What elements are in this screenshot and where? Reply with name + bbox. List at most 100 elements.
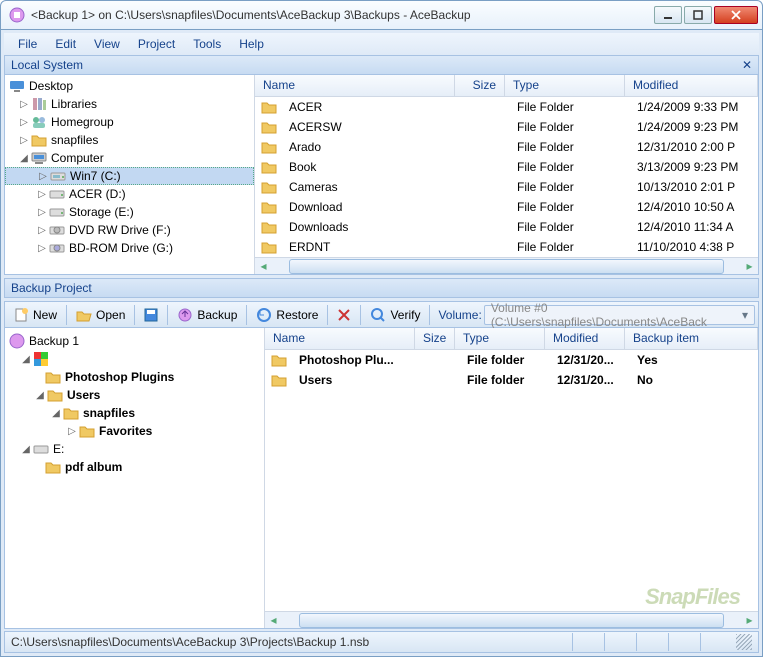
file-row[interactable]: CamerasFile Folder10/13/2010 2:01 P	[255, 177, 758, 197]
scrollbar-thumb[interactable]	[289, 259, 724, 274]
expand-icon[interactable]: ▷	[17, 135, 31, 146]
collapse-icon[interactable]: ◢	[19, 354, 33, 365]
tree-snapfiles[interactable]: ▷ snapfiles	[5, 131, 254, 149]
status-cell	[604, 633, 636, 651]
expand-icon[interactable]: ▷	[35, 225, 49, 236]
collapse-icon[interactable]: ◢	[17, 153, 31, 164]
scroll-left-icon[interactable]: ◂	[255, 258, 272, 275]
file-row[interactable]: ACERSWFile Folder1/24/2009 9:23 PM	[255, 117, 758, 137]
optical-drive-icon	[49, 222, 65, 238]
col-backup-item[interactable]: Backup item	[625, 328, 758, 349]
tree-backup-root[interactable]: Backup 1	[5, 332, 264, 350]
dropdown-icon[interactable]: ▾	[738, 307, 752, 323]
expand-icon[interactable]: ▷	[36, 171, 50, 182]
col-type[interactable]: Type	[505, 75, 625, 96]
open-button[interactable]: Open	[71, 305, 130, 325]
maximize-button[interactable]	[684, 6, 712, 24]
menu-help[interactable]: Help	[231, 35, 272, 53]
expand-icon[interactable]: ▷	[35, 243, 49, 254]
menubar: File Edit View Project Tools Help	[4, 33, 759, 55]
menu-view[interactable]: View	[86, 35, 128, 53]
folder-icon	[31, 132, 47, 148]
col-size[interactable]: Size	[415, 328, 455, 349]
tree-libraries[interactable]: ▷ Libraries	[5, 95, 254, 113]
menu-edit[interactable]: Edit	[47, 35, 84, 53]
delete-button[interactable]	[332, 304, 356, 326]
tree-acer[interactable]: ▷ ACER (D:)	[5, 185, 254, 203]
menu-file[interactable]: File	[10, 35, 45, 53]
menu-tools[interactable]: Tools	[185, 35, 229, 53]
tree-desktop[interactable]: Desktop	[5, 77, 254, 95]
local-system-tree[interactable]: Desktop ▷ Libraries ▷ Homegroup ▷ snapfi…	[5, 75, 255, 274]
tree-computer[interactable]: ◢ Computer	[5, 149, 254, 167]
new-button[interactable]: New	[8, 305, 62, 325]
collapse-icon[interactable]: ◢	[33, 390, 47, 401]
tree-win7[interactable]: ▷ Win7 (C:)	[5, 167, 254, 185]
collapse-icon[interactable]: ◢	[49, 408, 63, 419]
expand-icon[interactable]: ▷	[35, 207, 49, 218]
file-row[interactable]: AradoFile Folder12/31/2010 2:00 P	[255, 137, 758, 157]
backup-button[interactable]: Backup	[172, 305, 242, 325]
col-modified[interactable]: Modified	[545, 328, 625, 349]
volume-combo[interactable]: Volume #0 (C:\Users\snapfiles\Documents\…	[484, 305, 755, 325]
restore-button[interactable]: Restore	[251, 305, 323, 325]
file-row[interactable]: ACERFile Folder1/24/2009 9:33 PM	[255, 97, 758, 117]
tree-favorites[interactable]: ▷ Favorites	[5, 422, 264, 440]
file-row[interactable]: Photoshop Plu...File folder12/31/20...Ye…	[265, 350, 758, 370]
scroll-left-icon[interactable]: ◂	[265, 612, 282, 629]
verify-button[interactable]: Verify	[365, 305, 425, 325]
file-row[interactable]: DownloadFile Folder12/4/2010 10:50 A	[255, 197, 758, 217]
save-button[interactable]	[139, 304, 163, 326]
tree-users[interactable]: ◢ Users	[5, 386, 264, 404]
file-row[interactable]: ERDNTFile Folder11/10/2010 4:38 P	[255, 237, 758, 257]
backup-project-label: Backup Project	[11, 281, 92, 295]
folder-icon	[47, 387, 63, 403]
tree-cdrive[interactable]: ◢	[5, 350, 264, 368]
file-list-header: Name Size Type Modified	[255, 75, 758, 97]
tree-photoshop[interactable]: Photoshop Plugins	[5, 368, 264, 386]
scrollbar-thumb[interactable]	[299, 613, 724, 628]
tree-homegroup[interactable]: ▷ Homegroup	[5, 113, 254, 131]
folder-icon	[45, 369, 61, 385]
status-cell	[636, 633, 668, 651]
file-name: ACER	[281, 100, 459, 114]
file-row[interactable]: BookFile Folder3/13/2009 9:23 PM	[255, 157, 758, 177]
scrollbar-horizontal[interactable]: ◂ ▸	[265, 611, 758, 628]
folder-icon	[261, 139, 277, 155]
scroll-right-icon[interactable]: ▸	[741, 612, 758, 629]
file-name: Users	[291, 373, 419, 387]
menu-project[interactable]: Project	[130, 35, 183, 53]
col-modified[interactable]: Modified	[625, 75, 758, 96]
col-name[interactable]: Name	[265, 328, 415, 349]
expand-icon[interactable]: ▷	[35, 189, 49, 200]
tree-bdrom[interactable]: ▷ BD-ROM Drive (G:)	[5, 239, 254, 257]
minimize-button[interactable]	[654, 6, 682, 24]
expand-icon[interactable]: ▷	[17, 99, 31, 110]
collapse-icon[interactable]: ◢	[19, 444, 33, 455]
expand-icon[interactable]: ▷	[17, 117, 31, 128]
open-icon	[76, 307, 92, 323]
col-type[interactable]: Type	[455, 328, 545, 349]
project-tree[interactable]: Backup 1 ◢ Photoshop Plugins ◢ Users ◢ s…	[5, 328, 265, 628]
tree-pdfalbum[interactable]: pdf album	[5, 458, 264, 476]
col-name[interactable]: Name	[255, 75, 455, 96]
tree-dvd[interactable]: ▷ DVD RW Drive (F:)	[5, 221, 254, 239]
close-button[interactable]	[714, 6, 758, 24]
resize-grip-icon[interactable]	[736, 634, 752, 650]
expand-icon[interactable]: ▷	[65, 426, 79, 437]
col-size[interactable]: Size	[455, 75, 505, 96]
file-row[interactable]: DownloadsFile Folder12/4/2010 11:34 A	[255, 217, 758, 237]
scrollbar-horizontal[interactable]: ◂ ▸	[255, 257, 758, 274]
watermark: SnapFiles	[645, 584, 740, 610]
folder-icon	[271, 352, 287, 368]
status-path: C:\Users\snapfiles\Documents\AceBackup 3…	[11, 635, 369, 649]
file-name: ACERSW	[281, 120, 459, 134]
scroll-right-icon[interactable]: ▸	[741, 258, 758, 275]
tree-edrive[interactable]: ◢ E:	[5, 440, 264, 458]
folder-icon	[261, 159, 277, 175]
tree-storage[interactable]: ▷ Storage (E:)	[5, 203, 254, 221]
close-panel-icon[interactable]: ✕	[742, 58, 752, 72]
file-row[interactable]: UsersFile folder12/31/20...No	[265, 370, 758, 390]
tree-users-snapfiles[interactable]: ◢ snapfiles	[5, 404, 264, 422]
folder-icon	[63, 405, 79, 421]
